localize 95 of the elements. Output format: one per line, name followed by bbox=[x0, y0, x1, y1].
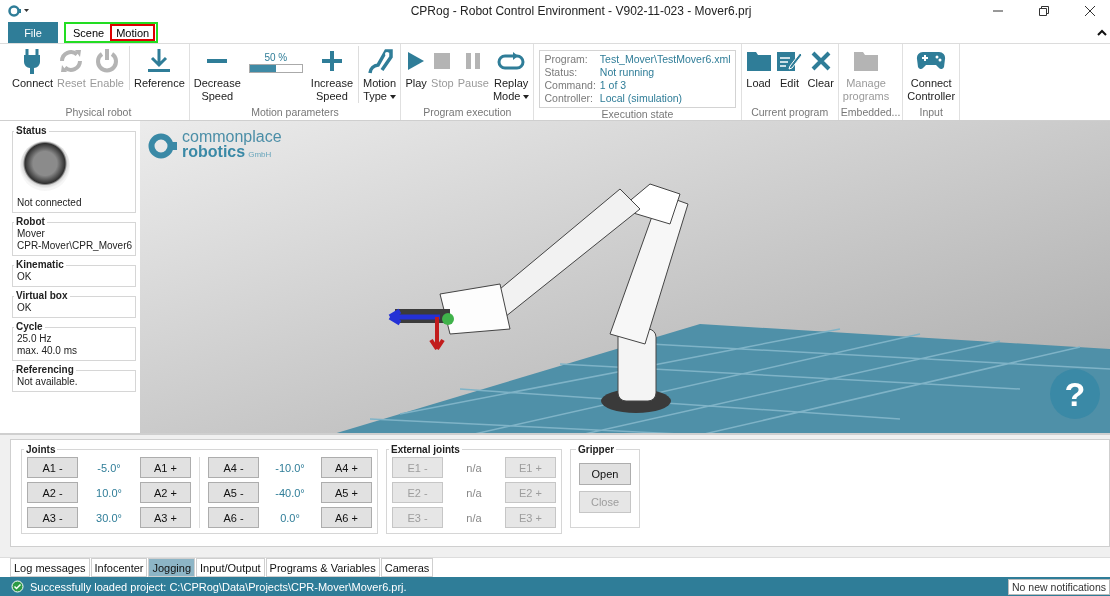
group-title: Gripper bbox=[577, 444, 616, 455]
panel-title: Cycle bbox=[15, 321, 44, 333]
collapse-ribbon-icon[interactable] bbox=[1097, 28, 1107, 37]
panel-tab[interactable]: Jogging bbox=[148, 558, 195, 577]
group-title: External joints bbox=[390, 444, 461, 455]
jog-button[interactable]: A2 - bbox=[27, 482, 78, 503]
group-label: Embedded... bbox=[840, 106, 901, 120]
panel-text: Not available. bbox=[17, 376, 79, 388]
panel-tab[interactable]: Infocenter bbox=[90, 558, 148, 577]
info-label: Command: bbox=[544, 79, 596, 92]
speed-reading: 50 % bbox=[264, 52, 288, 63]
ribbon-button[interactable]: Connect bbox=[10, 46, 55, 90]
panel-text: OK bbox=[17, 271, 33, 283]
panel-text: Not connected bbox=[17, 197, 83, 209]
ribbon-button[interactable]: Load bbox=[743, 46, 774, 90]
download-icon bbox=[146, 48, 173, 74]
jog-button[interactable]: A2 + bbox=[140, 482, 191, 503]
ribbon-button[interactable]: Play bbox=[403, 46, 430, 90]
joint-value: -5.0° bbox=[96, 461, 122, 474]
group-label: Current program bbox=[750, 106, 830, 120]
panel-title: Kinematic bbox=[15, 259, 65, 271]
check-icon bbox=[11, 580, 24, 593]
ribbon-button[interactable]: Connect Controller bbox=[905, 46, 958, 103]
ribbon-button[interactable]: Reference bbox=[129, 46, 187, 90]
joint-value: 10.0° bbox=[95, 486, 123, 499]
jog-button[interactable]: A1 - bbox=[27, 457, 78, 478]
jog-button[interactable]: A5 - bbox=[208, 482, 259, 503]
panel-title: Referencing bbox=[15, 364, 75, 376]
app-menu-icon[interactable] bbox=[8, 5, 30, 17]
power-icon bbox=[93, 48, 120, 74]
panel-text: max. 40.0 ms bbox=[17, 345, 79, 357]
joint-value: 30.0° bbox=[95, 511, 123, 524]
joint-value: n/a bbox=[465, 486, 483, 499]
logo-icon bbox=[148, 132, 178, 159]
joint-value: n/a bbox=[465, 511, 483, 524]
panel-text: OK bbox=[17, 302, 33, 314]
caret-icon bbox=[390, 94, 396, 99]
ribbon-tab[interactable]: Scene bbox=[67, 24, 111, 41]
panel-tab[interactable]: Programs & Variables bbox=[265, 558, 380, 577]
logo-suffix: GmbH bbox=[248, 150, 272, 159]
jog-button[interactable]: A4 + bbox=[321, 457, 372, 478]
panel-tab[interactable]: Input/Output bbox=[196, 558, 265, 577]
joint-value: 0.0° bbox=[279, 511, 301, 524]
restore-icon[interactable] bbox=[1038, 5, 1050, 17]
panel-title: Virtual box bbox=[15, 290, 69, 302]
panel-tab[interactable]: Cameras bbox=[380, 558, 434, 577]
info-label: Program: bbox=[544, 53, 589, 66]
info-label: Controller: bbox=[544, 92, 594, 105]
jog-button[interactable]: A6 + bbox=[321, 507, 372, 528]
panel-title: Robot bbox=[15, 216, 46, 228]
group-label: Physical robot bbox=[64, 106, 133, 120]
robot-arm-icon bbox=[366, 48, 393, 74]
ribbon-button[interactable]: Edit bbox=[773, 46, 806, 90]
gripper-button[interactable]: Open bbox=[579, 463, 631, 485]
group-label: Motion parameters bbox=[250, 106, 340, 120]
panel-title: Status bbox=[15, 125, 48, 137]
ribbon-button[interactable]: Increase Speed bbox=[308, 46, 356, 103]
logo-line: commonplace bbox=[182, 129, 282, 144]
group-label: Input bbox=[918, 106, 944, 120]
info-value: 1 of 3 bbox=[599, 79, 628, 92]
file-tab[interactable]: File bbox=[8, 22, 58, 43]
plus-icon bbox=[320, 48, 343, 74]
joint-value: -10.0° bbox=[274, 461, 306, 474]
jog-button[interactable]: A1 + bbox=[140, 457, 191, 478]
panel-text: 25.0 Hz bbox=[17, 333, 53, 345]
group-label: Program execution bbox=[422, 106, 513, 120]
info-value: Local (simulation) bbox=[599, 92, 684, 105]
ribbon-tab[interactable]: Motion bbox=[110, 24, 156, 41]
caret-icon bbox=[523, 94, 530, 99]
jog-button[interactable]: A6 - bbox=[208, 507, 259, 528]
ribbon-button[interactable]: Clear bbox=[805, 46, 836, 90]
joint-value: n/a bbox=[465, 461, 483, 474]
group-label: Execution state bbox=[600, 108, 675, 122]
panel-text: Mover bbox=[17, 228, 46, 240]
info-label: Status: bbox=[544, 66, 579, 79]
notifications-label: No new notifications bbox=[1008, 578, 1110, 595]
ribbon-button[interactable]: Decrease Speed bbox=[191, 46, 243, 103]
speed-slider[interactable] bbox=[248, 64, 303, 73]
info-value: Not running bbox=[599, 66, 656, 79]
minus-icon bbox=[207, 59, 228, 63]
status-message: Successfully loaded project: C:\CPRog\Data\Projects\CPR-Mover\Mover6.prj. bbox=[30, 580, 407, 593]
jog-button[interactable]: A4 - bbox=[208, 457, 259, 478]
close-icon[interactable] bbox=[1084, 5, 1096, 17]
jog-button[interactable]: A3 - bbox=[27, 507, 78, 528]
group-title: Joints bbox=[25, 444, 57, 455]
ribbon-button[interactable]: Replay Mode bbox=[490, 46, 532, 103]
window-title: CPRog - Robot Control Environment - V902-11-023 - Mover6.prj bbox=[409, 4, 753, 18]
jog-button[interactable]: A5 + bbox=[321, 482, 372, 503]
panel-text: CPR-Mover\CPR_Mover6 bbox=[17, 240, 133, 252]
joint-value: -40.0° bbox=[274, 486, 306, 499]
refresh-icon bbox=[58, 48, 85, 74]
info-value: Test_Mover\TestMover6.xml bbox=[599, 53, 731, 66]
panel-tab[interactable]: Log messages bbox=[10, 558, 90, 577]
ribbon-button[interactable]: Motion Type bbox=[358, 46, 399, 103]
jog-button[interactable]: A3 + bbox=[140, 507, 191, 528]
